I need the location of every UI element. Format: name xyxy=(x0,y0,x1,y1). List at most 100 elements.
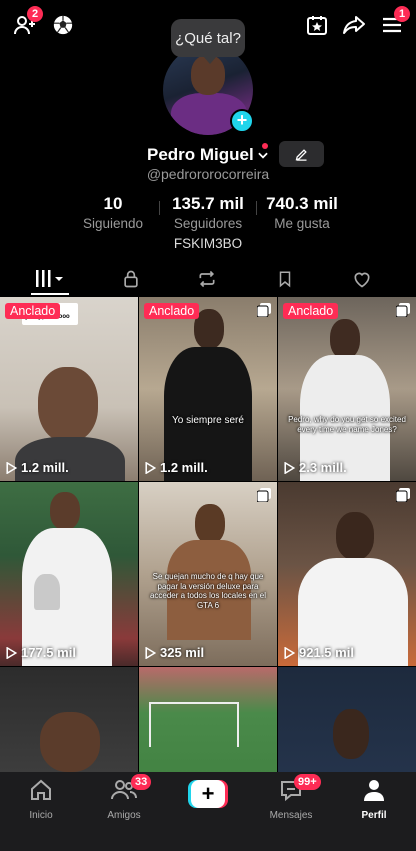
play-icon xyxy=(6,461,17,474)
stat-value: 10 xyxy=(103,194,123,213)
video-caption: Se quejan mucho de q hay que pagar la ve… xyxy=(149,572,267,610)
view-count: 1.2 mill. xyxy=(6,460,69,475)
pinned-badge: Anclado xyxy=(144,303,200,319)
view-count: 1.2 mill. xyxy=(145,460,208,475)
view-count-text: 177.5 mil xyxy=(21,645,76,660)
create-button[interactable]: + xyxy=(188,780,228,808)
stat-label: Siguiendo xyxy=(82,216,144,231)
share-button[interactable] xyxy=(339,10,369,40)
video-thumbnail[interactable] xyxy=(0,667,138,772)
menu-button[interactable]: 1 xyxy=(377,6,410,40)
stat-label: Me gusta xyxy=(274,216,330,231)
view-count-text: 1.2 mill. xyxy=(21,460,69,475)
share-arrow-icon xyxy=(343,16,365,34)
tab-videos[interactable] xyxy=(25,262,75,296)
stat-value: 135.7 mil xyxy=(172,194,244,213)
stat-divider xyxy=(256,201,257,215)
play-icon xyxy=(145,461,156,474)
nav-messages[interactable]: Mensajes 99+ xyxy=(256,774,326,821)
video-thumbnail[interactable]: 177.5 mil xyxy=(0,482,138,666)
profile-name: Pedro Miguel xyxy=(147,145,254,164)
grid-icon xyxy=(36,270,63,287)
add-friends-badge: 2 xyxy=(27,6,43,22)
view-count-text: 921.5 mil xyxy=(299,645,354,660)
pinned-badge: Anclado xyxy=(5,303,61,319)
multi-image-icon xyxy=(396,303,410,317)
profile-bio: FSKIM3BO xyxy=(173,236,243,251)
tab-saved[interactable] xyxy=(260,262,310,296)
stat-divider xyxy=(159,201,160,215)
messages-badge: 99+ xyxy=(294,774,321,790)
video-thumbnail[interactable]: Anclado Yo siempre seré 1.2 mill. xyxy=(139,297,277,481)
lock-icon xyxy=(124,270,138,288)
nav-label: Inicio xyxy=(29,810,53,821)
nav-label: Amigos xyxy=(107,810,141,821)
notification-dot xyxy=(262,143,268,149)
thumb-figure-shape xyxy=(195,504,225,544)
tab-liked[interactable] xyxy=(337,262,387,296)
nav-label: Mensajes xyxy=(269,810,313,821)
thumb-figure-shape xyxy=(336,512,374,560)
thumb-goal-shape xyxy=(149,702,239,747)
chevron-down-icon xyxy=(258,152,268,159)
calendar-star-icon xyxy=(307,16,327,35)
multi-image-icon xyxy=(396,488,410,502)
home-icon xyxy=(31,779,51,800)
menu-badge: 1 xyxy=(394,6,410,22)
play-icon xyxy=(284,461,295,474)
thumb-figure-shape xyxy=(40,712,100,772)
edit-profile-button[interactable] xyxy=(279,141,324,167)
profile-name-row[interactable]: Pedro Miguel xyxy=(147,143,270,167)
video-thumbnail[interactable]: 921.5 mil xyxy=(278,482,416,666)
repost-icon xyxy=(199,270,215,288)
tab-private[interactable] xyxy=(106,262,156,296)
calendar-star-button[interactable] xyxy=(302,10,332,40)
play-icon xyxy=(6,646,17,659)
stat-label: Seguidores xyxy=(173,216,243,231)
thumb-figure-shape xyxy=(330,319,360,359)
status-bubble[interactable]: ¿Qué tal? xyxy=(171,19,245,64)
view-count-text: 1.2 mill. xyxy=(160,460,208,475)
soccer-ball-icon xyxy=(53,15,73,35)
nav-label: Perfil xyxy=(361,810,387,821)
stat-followers[interactable]: 135.7 mil Seguidores xyxy=(166,194,250,231)
content-tabs xyxy=(0,262,416,296)
nav-profile[interactable]: Perfil xyxy=(339,778,409,821)
view-count-text: 325 mil xyxy=(160,645,205,660)
view-count: 921.5 mil xyxy=(284,645,354,660)
soccer-ball-button[interactable] xyxy=(48,10,78,40)
view-count-text: 2.3 mill. xyxy=(299,460,347,475)
nav-home[interactable]: Inicio xyxy=(6,778,76,821)
thumb-trophy-shape xyxy=(34,574,60,610)
video-thumbnail[interactable]: Anclado Pedro, why do you get so excited… xyxy=(278,297,416,481)
video-caption: Yo siempre seré xyxy=(172,415,244,426)
thumb-figure-shape xyxy=(38,367,98,442)
profile-handle: @pedrororocorreira xyxy=(146,166,270,182)
video-grid: [foto] pedroooo Anclado 1.2 mill. Anclad… xyxy=(0,297,416,772)
add-story-plus-icon[interactable]: + xyxy=(230,109,254,133)
stat-following[interactable]: 10 Siguiendo xyxy=(73,194,153,231)
tab-reposts[interactable] xyxy=(182,262,232,296)
view-count: 177.5 mil xyxy=(6,645,76,660)
stats-row: 10 Siguiendo 135.7 mil Seguidores 740.3 … xyxy=(0,194,416,234)
create-plus-icon: + xyxy=(191,780,225,808)
active-tab-indicator xyxy=(31,293,69,295)
stat-likes[interactable]: 740.3 mil Me gusta xyxy=(262,194,342,231)
friends-badge: 33 xyxy=(131,774,152,790)
view-count: 2.3 mill. xyxy=(284,460,347,475)
nav-friends[interactable]: Amigos 33 xyxy=(89,774,159,821)
video-thumbnail[interactable] xyxy=(278,667,416,772)
add-friends-button[interactable]: 2 xyxy=(10,6,43,40)
multi-image-icon xyxy=(257,488,271,502)
pencil-icon xyxy=(295,148,307,161)
view-count: 325 mil xyxy=(145,645,204,660)
video-thumbnail[interactable]: Se quejan mucho de q hay que pagar la ve… xyxy=(139,482,277,666)
stat-value: 740.3 mil xyxy=(266,194,338,213)
video-thumbnail[interactable] xyxy=(139,667,277,772)
profile-icon xyxy=(364,780,384,801)
play-icon xyxy=(145,646,156,659)
heart-icon xyxy=(354,272,370,288)
thumb-figure-shape xyxy=(333,709,369,759)
video-caption: Pedro, why do you get so excited every t… xyxy=(288,415,406,434)
video-thumbnail[interactable]: [foto] pedroooo Anclado 1.2 mill. xyxy=(0,297,138,481)
